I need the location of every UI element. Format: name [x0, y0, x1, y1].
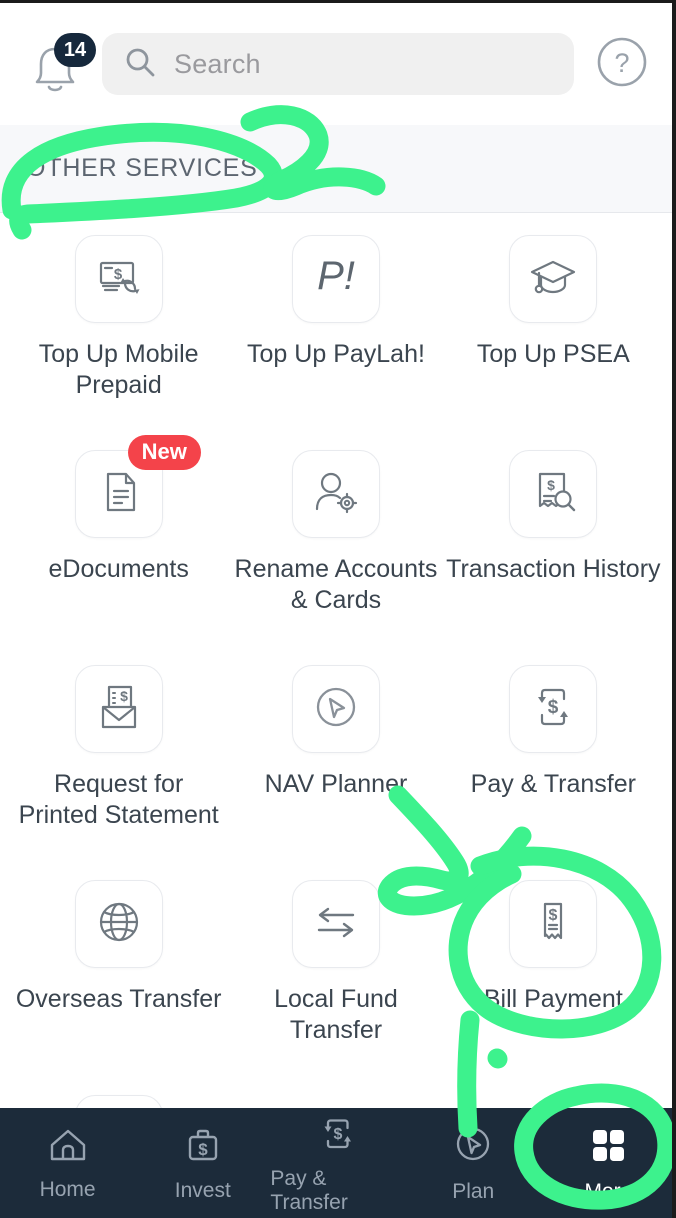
service-item-bill-payment[interactable]: $ Bill Payment	[445, 880, 662, 1095]
service-item-rename-accounts-cards[interactable]: Rename Accounts & Cards	[227, 450, 444, 665]
globe-icon	[93, 896, 145, 953]
service-label: eDocuments	[48, 555, 189, 583]
services-grid: $ Top Up Mobile Prepaid P! Top Up PayLah…	[0, 213, 672, 1183]
compass-arrow-icon	[451, 1123, 495, 1172]
nav-label: Plan	[452, 1179, 495, 1203]
service-label: Rename Accounts & Cards	[234, 555, 438, 614]
nav-item-invest[interactable]: $ Invest	[135, 1108, 270, 1218]
service-tile[interactable]	[291, 450, 380, 538]
service-label: Overseas Transfer	[15, 985, 222, 1013]
nav-label: Invest	[174, 1178, 231, 1202]
service-tile[interactable]: $	[509, 880, 598, 968]
nav-label: Home	[39, 1177, 96, 1201]
paylah-logo-icon: P!	[306, 251, 366, 308]
service-tile[interactable]: New	[74, 435, 201, 538]
service-item-pay-transfer[interactable]: $ Pay & Transfer	[445, 665, 662, 880]
help-button[interactable]: ?	[590, 35, 654, 94]
home-icon	[47, 1125, 89, 1170]
transfer-dollar-icon: $	[316, 1112, 360, 1159]
service-tile[interactable]: $	[74, 665, 163, 753]
service-tile[interactable]: $	[509, 450, 598, 538]
two-arrows-icon	[309, 900, 363, 949]
service-label: Pay & Transfer	[470, 770, 636, 798]
service-tile[interactable]: P!	[291, 235, 380, 323]
new-badge: New	[127, 435, 201, 470]
section-title: OTHER SERVICES	[26, 154, 258, 182]
svg-text:$: $	[120, 688, 128, 704]
svg-text:$: $	[549, 907, 558, 924]
service-tile[interactable]: $	[74, 235, 163, 323]
grid-icon	[586, 1123, 630, 1172]
service-tile[interactable]: $	[509, 665, 598, 753]
graduation-cap-icon	[526, 252, 580, 307]
person-gear-icon	[309, 466, 363, 523]
notification-count-badge: 14	[54, 33, 96, 67]
service-item-request-printed-statement[interactable]: $ Request for Printed Statement	[10, 665, 227, 880]
nav-label: Pay & Transfer	[270, 1166, 348, 1214]
app-header: 14 Search ?	[0, 3, 672, 125]
nav-label: More	[584, 1179, 633, 1203]
nav-item-plan[interactable]: Plan	[406, 1108, 541, 1218]
statement-envelope-icon: $	[93, 681, 145, 738]
nav-item-more[interactable]: More	[541, 1108, 676, 1218]
svg-text:$: $	[547, 477, 555, 493]
svg-text:$: $	[198, 1140, 208, 1159]
service-label: Bill Payment	[483, 985, 623, 1013]
svg-text:$: $	[113, 266, 122, 283]
svg-text:P!: P!	[317, 254, 355, 298]
search-placeholder-text: Search	[174, 48, 261, 79]
receipt-search-icon: $	[527, 466, 579, 523]
svg-text:?: ?	[614, 48, 629, 78]
transfer-dollar-icon: $	[527, 681, 579, 738]
service-item-local-fund-transfer[interactable]: Local Fund Transfer	[227, 880, 444, 1095]
service-label: Top Up Mobile Prepaid	[38, 340, 199, 399]
service-label: Local Fund Transfer	[274, 985, 398, 1044]
card-refresh-icon: $	[93, 251, 145, 308]
nav-item-home[interactable]: Home	[0, 1108, 135, 1218]
help-circle-icon: ?	[595, 35, 649, 94]
service-label: Top Up PayLah!	[247, 340, 425, 368]
bottom-navigation-bar: Home $ Invest $ Pay & Transfer Plan More	[0, 1108, 676, 1218]
app-screen: 14 Search ? OTHER SERVICES $ Top Up Mobi…	[0, 0, 676, 1218]
service-tile[interactable]	[291, 880, 380, 968]
device-bezel-right	[672, 0, 676, 1218]
service-label: Top Up PSEA	[476, 340, 630, 368]
compass-arrow-icon	[310, 681, 362, 738]
service-tile[interactable]	[291, 665, 380, 753]
search-icon	[124, 46, 156, 83]
service-item-top-up-mobile-prepaid[interactable]: $ Top Up Mobile Prepaid	[10, 235, 227, 450]
service-label: NAV Planner	[264, 770, 408, 798]
service-item-overseas-transfer[interactable]: Overseas Transfer	[10, 880, 227, 1095]
service-item-transaction-history[interactable]: $ Transaction History	[445, 450, 662, 665]
svg-text:$: $	[334, 1126, 343, 1143]
service-tile[interactable]	[509, 235, 598, 323]
briefcase-dollar-icon: $	[182, 1124, 224, 1171]
service-item-nav-planner[interactable]: NAV Planner	[227, 665, 444, 880]
service-item-top-up-paylah[interactable]: P! Top Up PayLah!	[227, 235, 444, 450]
bill-receipt-icon: $	[531, 896, 575, 953]
search-input[interactable]: Search	[102, 33, 574, 95]
service-item-top-up-psea[interactable]: Top Up PSEA	[445, 235, 662, 450]
service-label: Transaction History	[446, 555, 661, 583]
service-tile[interactable]	[74, 880, 163, 968]
nav-item-pay-transfer[interactable]: $ Pay & Transfer	[270, 1108, 405, 1218]
svg-text:$: $	[548, 697, 559, 718]
service-item-edocuments[interactable]: New eDocuments	[10, 435, 227, 665]
device-bezel-top	[0, 0, 676, 3]
section-header: OTHER SERVICES	[0, 125, 672, 213]
document-icon	[96, 466, 142, 523]
notifications-button[interactable]: 14	[24, 29, 96, 99]
service-label: Request for Printed Statement	[18, 770, 219, 829]
